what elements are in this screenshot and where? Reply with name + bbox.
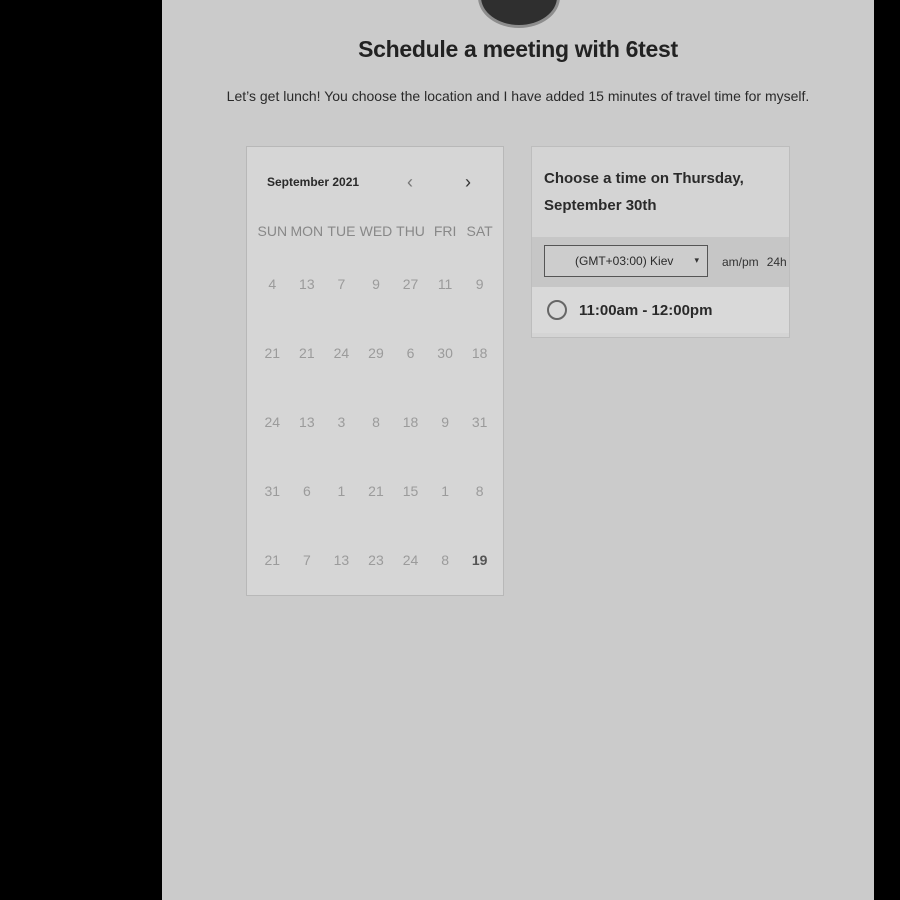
calendar-grid: 4 13 7 9 27 11 9 21 21 24 29 6 30 18 24 … (255, 267, 497, 612)
weekday-thu: THU (396, 223, 425, 239)
weekday-mon: MON (290, 223, 324, 239)
calendar-day: 13 (299, 414, 315, 430)
calendar-day: 23 (368, 552, 384, 568)
calendar-week: 31 6 1 21 15 1 8 (255, 474, 497, 543)
calendar-day: 9 (372, 276, 380, 292)
timezone-bar: (GMT+03:00) Kiev ▾ am/pm 24h (532, 237, 789, 287)
calendar-day: 13 (333, 552, 350, 568)
calendar-day: 18 (471, 345, 488, 361)
calendar-day: 7 (302, 552, 311, 568)
calendar-day: 1 (337, 483, 346, 499)
calendar-day: 8 (441, 552, 449, 568)
calendar-month-label: September 2021 (267, 175, 360, 189)
calendar-day: 15 (402, 483, 419, 499)
calendar-day: 9 (475, 276, 484, 292)
calendar-day: 31 (264, 483, 281, 499)
booking-panel: Schedule a meeting with 6test Let’s get … (162, 0, 874, 900)
calendar-day: 11 (437, 276, 453, 292)
timezone-select[interactable]: (GMT+03:00) Kiev ▾ (544, 245, 708, 277)
calendar-week: 24 13 3 8 18 9 31 (255, 405, 497, 474)
calendar-day: 24 (264, 414, 281, 430)
weekday-tue: TUE (327, 223, 356, 239)
calendar-day: 21 (299, 345, 315, 361)
weekday-sat: SAT (466, 223, 493, 239)
calendar-day: 27 (402, 276, 419, 292)
weekday-header: SUN MON TUE WED THU FRI SAT (255, 223, 497, 239)
calendar-day: 6 (406, 345, 415, 361)
calendar-day: 24 (333, 345, 350, 361)
calendar-day: 21 (368, 483, 384, 499)
format-ampm-option[interactable]: am/pm (722, 255, 759, 269)
page-description: Let’s get lunch! You choose the location… (226, 88, 810, 104)
calendar-day: 1 (441, 483, 449, 499)
calendar-day: 8 (372, 414, 380, 430)
weekday-wed: WED (359, 223, 393, 239)
time-selection-card: Choose a time on Thursday, September 30t… (531, 146, 790, 338)
time-format-toggle: am/pm 24h (722, 255, 795, 269)
calendar-day: 4 (268, 276, 277, 292)
weekday-sun: SUN (257, 223, 288, 239)
calendar-day: 21 (264, 552, 281, 568)
calendar-day-available[interactable]: 19 (462, 543, 497, 612)
page-title: Schedule a meeting with 6test (358, 36, 678, 62)
calendar-day: 18 (402, 414, 419, 430)
calendar-day: 30 (437, 345, 453, 361)
calendar-day: 31 (471, 414, 488, 430)
time-selection-heading: Choose a time on Thursday, September 30t… (544, 170, 744, 214)
calendar-day: 9 (441, 414, 449, 430)
weekday-fri: FRI (433, 223, 457, 239)
calendar-day: 3 (337, 414, 346, 430)
calendar-week: 4 13 7 9 27 11 9 (255, 267, 497, 336)
calendar-day: 29 (368, 345, 384, 361)
chevron-right-icon[interactable]: › (465, 173, 471, 191)
timezone-value: (GMT+03:00) Kiev (575, 254, 674, 268)
calendar-week: 21 7 13 23 24 8 19 (255, 543, 497, 612)
calendar-week: 21 21 24 29 6 30 18 (255, 336, 497, 405)
calendar-day: 8 (475, 483, 484, 499)
radio-button[interactable] (547, 300, 567, 320)
chevron-left-icon[interactable]: ‹ (407, 173, 413, 191)
time-slot-label: 11:00am - 12:00pm (579, 301, 713, 319)
calendar-day: 6 (302, 483, 311, 499)
format-24h-option[interactable]: 24h (767, 255, 787, 269)
calendar: September 2021 ‹ › SUN MON TUE WED THU F… (246, 146, 504, 596)
calendar-day: 24 (402, 552, 419, 568)
calendar-day: 13 (299, 276, 315, 292)
time-slot[interactable]: 11:00am - 12:00pm (532, 287, 789, 333)
avatar (478, 0, 560, 28)
calendar-day: 21 (264, 345, 281, 361)
calendar-day: 7 (337, 276, 346, 292)
caret-down-icon: ▾ (694, 255, 699, 265)
